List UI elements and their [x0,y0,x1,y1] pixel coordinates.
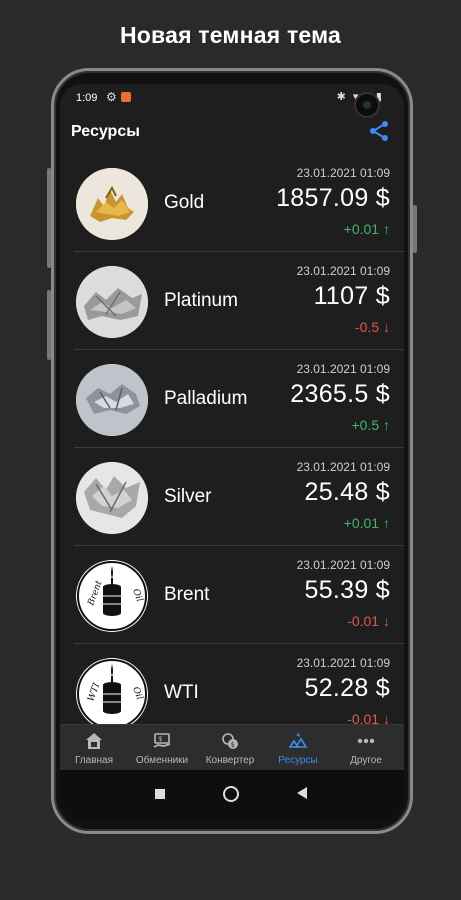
nav-home[interactable]: Главная [60,725,128,771]
item-change: -0.01 ↓ [347,711,390,724]
nav-label: Ресурсы [278,755,318,766]
silver-image [76,462,148,534]
recent-apps-icon[interactable] [155,789,165,799]
item-name: Gold [164,192,205,213]
item-date: 23.01.2021 01:09 [296,166,390,180]
system-navigation-bar [60,770,404,820]
nav-converter[interactable]: $ Конвертер [196,725,264,771]
phone-side-button [413,205,417,253]
bottom-navigation: Главная $ Обменники $ Конвертер Ресурсы … [60,724,404,771]
status-bar: 1:09 ⚙ ✱ ▾◢ ▮ [60,84,404,118]
item-price: 55.39 $ [304,576,390,604]
gold-image [76,168,148,240]
item-date: 23.01.2021 01:09 [296,558,390,572]
list-item-platinum[interactable]: Platinum 23.01.2021 01:09 1107 $ -0.5 ↓ [74,252,404,350]
item-date: 23.01.2021 01:09 [296,264,390,278]
app-screen: 1:09 ⚙ ✱ ▾◢ ▮ Ресурсы Gold [60,84,404,820]
resources-list: Gold 23.01.2021 01:09 1857.09 $ +0.01 ↑ … [60,154,404,724]
resources-icon [288,733,308,748]
nav-label: Конвертер [205,755,255,766]
item-change: +0.5 ↑ [351,417,390,433]
home-button-icon[interactable] [223,786,239,802]
settings-gear-icon: ⚙ [106,90,117,104]
list-item-gold[interactable]: Gold 23.01.2021 01:09 1857.09 $ +0.01 ↑ [74,154,404,252]
svg-text:$: $ [158,735,162,743]
converter-icon: $ [222,733,238,749]
item-date: 23.01.2021 01:09 [296,656,390,670]
nav-label: Обменники [135,755,189,766]
item-change: -0.01 ↓ [347,613,390,629]
item-date: 23.01.2021 01:09 [296,460,390,474]
promo-title: Новая темная тема [119,22,341,48]
home-icon [86,733,102,749]
app-bar: Ресурсы [60,112,404,152]
nav-label: Главная [74,755,114,766]
item-name: Brent [164,584,210,605]
more-icon [357,738,375,744]
item-price: 2365.5 $ [290,380,390,408]
list-item-wti[interactable]: WTI Oil WTI 23.01.2021 01:09 52.28 $ -0.… [74,644,404,724]
notification-app-icon [121,92,131,102]
share-icon[interactable] [367,119,391,143]
platinum-image [76,266,148,338]
exchange-icon: $ [153,733,171,748]
item-date: 23.01.2021 01:09 [296,362,390,376]
item-name: Platinum [164,290,238,311]
brent-oil-logo: Brent Oil [76,560,148,632]
nav-resources[interactable]: Ресурсы [264,725,332,771]
back-icon[interactable] [297,787,307,799]
phone-side-button [47,168,51,268]
item-change: +0.01 ↑ [343,515,390,531]
list-item-palladium[interactable]: Palladium 23.01.2021 01:09 2365.5 $ +0.5… [74,350,404,448]
nav-exchangers[interactable]: $ Обменники [128,725,196,771]
phone-side-button [47,290,51,360]
item-price: 25.48 $ [304,478,390,506]
nav-other[interactable]: Другое [332,725,400,771]
item-change: +0.01 ↑ [343,221,390,237]
item-name: Palladium [164,388,248,409]
palladium-image [76,364,148,436]
item-price: 52.28 $ [304,674,390,702]
item-price: 1107 $ [313,282,390,310]
item-name: Silver [164,486,212,507]
list-item-silver[interactable]: Silver 23.01.2021 01:09 25.48 $ +0.01 ↑ [74,448,404,546]
item-price: 1857.09 $ [276,184,390,212]
item-name: WTI [164,682,199,703]
nav-label: Другое [350,755,382,766]
page-title: Ресурсы [71,123,140,140]
item-change: -0.5 ↓ [354,319,390,335]
wti-oil-logo: WTI Oil [76,658,148,724]
svg-text:$: $ [231,741,235,749]
list-item-brent[interactable]: Brent Oil Brent 23.01.2021 01:09 55.39 $… [74,546,404,644]
status-time: 1:09 [76,92,98,104]
